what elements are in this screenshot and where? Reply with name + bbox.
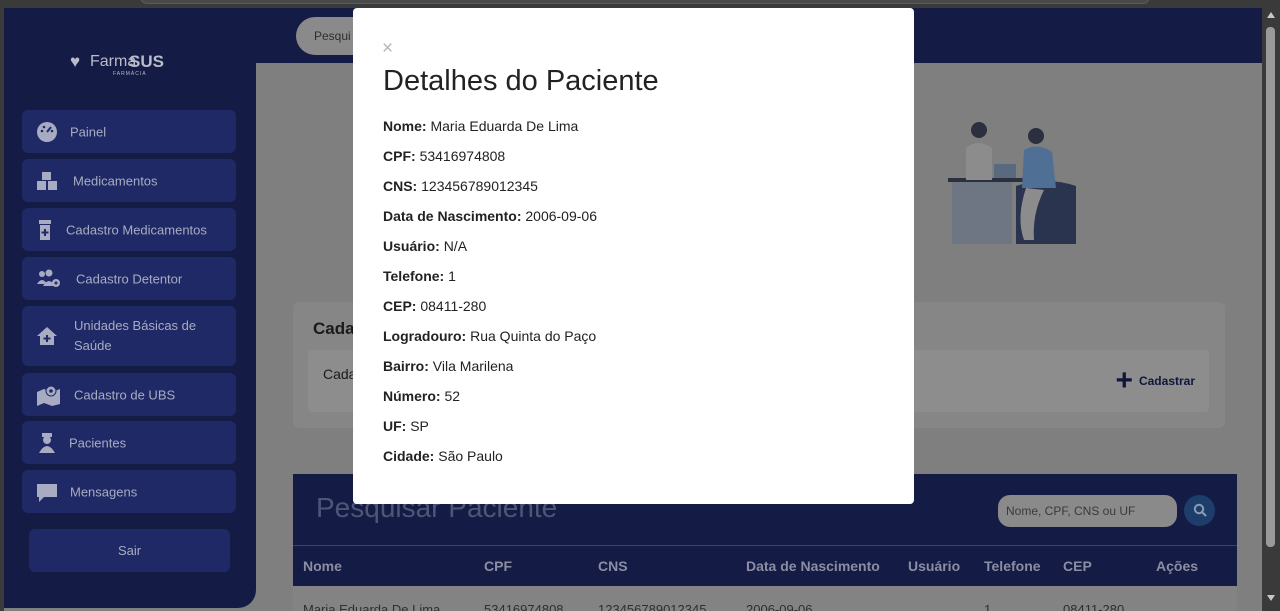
patient-details-modal: × Detalhes do Paciente Nome: Maria Eduar… — [353, 8, 914, 504]
sidebar-item-label: Cadastro Detentor — [76, 271, 183, 286]
sidebar-item-cadastro-ubs[interactable]: Cadastro de UBS — [22, 373, 236, 416]
field-nome: Nome: Maria Eduarda De Lima — [383, 118, 579, 134]
cell-nome: Maria Eduarda De Lima — [303, 602, 441, 611]
sidebar-item-unidades-basicas[interactable]: Unidades Básicas de Saúde — [22, 306, 236, 366]
sidebar-item-cadastro-medicamentos[interactable]: Cadastro Medicamentos — [22, 208, 236, 251]
pill-bottle-icon — [34, 219, 56, 241]
field-bairro: Bairro: Vila Marilena — [383, 358, 514, 374]
field-cep: CEP: 08411-280 — [383, 298, 487, 314]
column-header-cpf[interactable]: CPF — [484, 558, 512, 574]
page-scrollbar[interactable] — [1262, 8, 1280, 611]
field-cns: CNS: 123456789012345 — [383, 178, 538, 194]
column-header-usuario[interactable]: Usuário — [908, 558, 960, 574]
heart-icon: ♥ — [70, 52, 81, 71]
address-bar[interactable] — [140, 0, 1150, 4]
field-telefone: Telefone: 1 — [383, 268, 456, 284]
users-gear-icon — [36, 268, 62, 290]
gauge-icon — [36, 121, 58, 143]
sidebar-item-label: Mensagens — [70, 484, 138, 499]
sidebar-item-label: Cadastro Medicamentos — [66, 222, 207, 237]
cadastro-title: Cada — [313, 319, 355, 338]
scroll-up-arrow-icon[interactable] — [1267, 12, 1275, 18]
sidebar-item-mensagens[interactable]: Mensagens — [22, 470, 236, 513]
logout-button[interactable]: Sair — [29, 529, 230, 572]
chat-bubble-icon — [36, 481, 58, 503]
doctor-patient-illustration — [946, 118, 1081, 246]
patient-search-input[interactable]: Nome, CPF, CNS ou UF — [998, 495, 1177, 527]
cell-cpf: 53416974808 — [484, 602, 564, 611]
column-header-telefone[interactable]: Telefone — [984, 558, 1041, 574]
column-header-nome[interactable]: Nome — [303, 558, 342, 574]
cell-telefone: 1 — [984, 602, 992, 611]
house-medical-icon — [36, 325, 58, 347]
field-data-nascimento: Data de Nascimento: 2006-09-06 — [383, 208, 597, 224]
sidebar-item-label: Cadastro de UBS — [74, 387, 176, 402]
column-header-data-nascimento[interactable]: Data de Nascimento — [746, 558, 880, 574]
search-icon — [1193, 503, 1207, 517]
sidebar-item-painel[interactable]: Painel — [22, 110, 236, 153]
modal-title: Detalhes do Paciente — [383, 65, 659, 97]
search-button[interactable] — [1184, 495, 1215, 526]
browser-chrome — [0, 0, 1280, 8]
logo-subtitle: FARMÁCIA — [113, 71, 147, 77]
column-header-acoes: Ações — [1156, 558, 1199, 574]
map-location-icon — [36, 384, 62, 406]
user-nurse-icon — [36, 432, 58, 454]
plus-icon: + — [1115, 364, 1133, 397]
column-header-cep[interactable]: CEP — [1063, 558, 1092, 574]
sidebar-item-label: Medicamentos — [73, 173, 158, 188]
field-uf: UF: SP — [383, 418, 429, 434]
logo-text-sus: SUS — [129, 52, 164, 71]
field-numero: Número: 52 — [383, 388, 461, 404]
sidebar-item-cadastro-detentor[interactable]: Cadastro Detentor — [22, 257, 236, 300]
table-header: Nome CPF CNS Data de Nascimento Usuário … — [293, 546, 1237, 586]
cell-cep: 08411-280 — [1063, 602, 1125, 611]
app-logo[interactable]: ♥ Farma SUS FARMÁCIA — [70, 52, 190, 82]
sidebar-item-medicamentos[interactable]: Medicamentos — [22, 159, 236, 202]
sidebar-item-pacientes[interactable]: Pacientes — [22, 421, 236, 464]
sidebar-item-label: Painel — [70, 124, 107, 139]
sidebar: ♥ Farma SUS FARMÁCIA Painel Medicamentos… — [4, 8, 256, 608]
table-row[interactable]: Maria Eduarda De Lima 53416974808 123456… — [293, 586, 1237, 611]
column-header-cns[interactable]: CNS — [598, 558, 628, 574]
scrollbar-thumb[interactable] — [1266, 27, 1275, 547]
sidebar-item-label: Unidades Básicas de Saúde — [74, 318, 197, 353]
field-usuario: Usuário: N/A — [383, 238, 468, 254]
close-icon[interactable]: × — [382, 38, 393, 60]
sidebar-item-label: Pacientes — [69, 435, 127, 450]
scroll-down-arrow-icon[interactable] — [1267, 595, 1275, 601]
field-cidade: Cidade: São Paulo — [383, 448, 503, 464]
cadastro-text: Cada — [323, 366, 357, 382]
cell-cns: 123456789012345 — [598, 602, 707, 611]
boxes-icon — [36, 170, 58, 192]
field-logradouro: Logradouro: Rua Quinta do Paço — [383, 328, 597, 344]
field-cpf: CPF: 53416974808 — [383, 148, 506, 164]
cadastrar-label: Cadastrar — [1138, 374, 1195, 388]
cell-data-nascimento: 2006-09-06 — [746, 602, 813, 611]
cadastrar-button[interactable]: + Cadastrar — [1115, 364, 1195, 397]
